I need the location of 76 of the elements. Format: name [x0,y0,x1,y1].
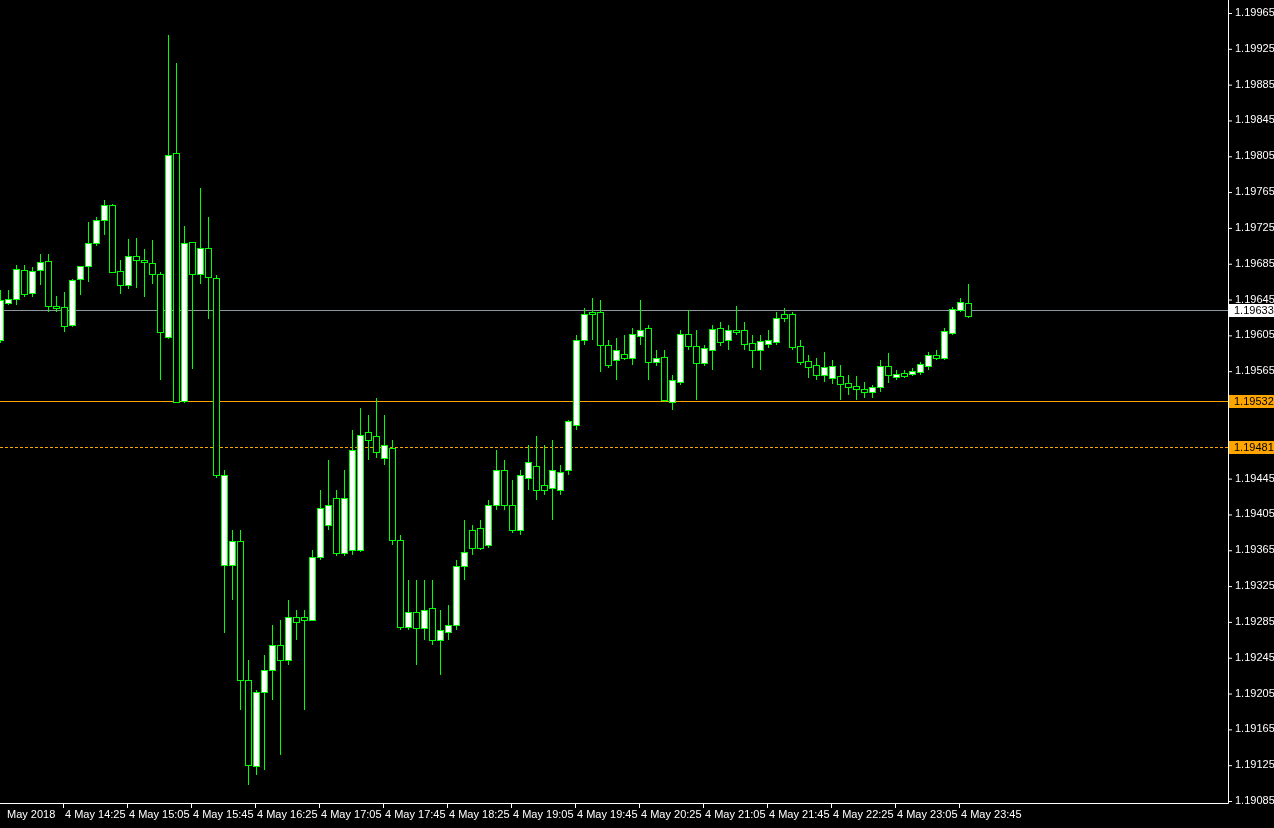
tick-mark [1227,263,1233,265]
price-label: 1.19845 [1235,113,1274,127]
tick-mark [767,802,768,809]
tick-mark [1227,84,1233,86]
tick-mark [1227,729,1233,731]
tick-mark [1227,48,1233,50]
tick-mark [1227,156,1233,158]
price-label: 1.19925 [1235,41,1274,55]
tick-mark [127,802,128,809]
tick-mark [1227,192,1233,194]
tick-mark [703,802,704,809]
time-label: 4 May 23:45 [961,808,1022,821]
tick-mark [895,802,896,809]
tick-mark [639,802,640,809]
time-label: 4 May 21:05 [705,808,766,821]
price-label: 1.19765 [1235,185,1274,199]
tick-mark [1227,693,1233,695]
tick-mark [1227,514,1233,516]
tick-mark [1227,299,1233,301]
tick-mark [1227,801,1233,802]
price-label: 1.19085 [1235,794,1274,807]
tick-mark [1227,335,1233,337]
tick-mark [447,802,448,809]
price-marker: 1.19481 [1229,440,1274,454]
tick-mark [959,802,960,809]
time-label: 4 May 16:25 [257,808,318,821]
price-label: 1.19645 [1235,292,1274,306]
tick-mark [63,802,64,809]
price-label: 1.19445 [1235,471,1274,485]
time-label: 4 May 22:25 [833,808,894,821]
time-label: 4 May 18:25 [449,808,510,821]
tick-mark [511,802,512,809]
price-label: 1.19805 [1235,149,1274,163]
time-label: 4 May 15:45 [193,808,254,821]
time-label: 4 May 14:25 [65,808,126,821]
price-label: 1.19725 [1235,220,1274,234]
tick-mark [1227,586,1233,588]
price-label: 1.19205 [1235,686,1274,700]
price-label: 1.19965 [1235,6,1274,19]
time-label: 4 May 20:25 [641,808,702,821]
tick-mark [1227,550,1233,552]
price-label: 1.19685 [1235,256,1274,270]
time-label: 4 May 19:05 [513,808,574,821]
time-label: May 2018 [7,808,56,821]
tick-mark [1227,227,1233,229]
tick-mark [191,802,192,809]
price-label: 1.19125 [1235,758,1274,772]
price-label: 1.19885 [1235,77,1274,91]
tick-mark [1227,120,1233,122]
time-label: 4 May 19:45 [577,808,638,821]
tick-mark [1227,765,1233,767]
time-label: 4 May 15:05 [129,808,190,821]
tick-mark [383,802,384,809]
tick-mark [831,802,832,809]
tick-mark [1227,13,1233,14]
tick-mark [575,802,576,809]
price-label: 1.19565 [1235,364,1274,378]
price-marker: 1.19633 [1229,303,1274,317]
tick-mark [1227,657,1233,659]
price-label: 1.19405 [1235,507,1274,521]
price-label: 1.19245 [1235,650,1274,664]
price-marker: 1.19532 [1229,394,1274,408]
price-label: 1.19285 [1235,614,1274,628]
price-label: 1.19605 [1235,328,1274,342]
tick-mark [1227,621,1233,623]
tick-mark [255,802,256,809]
price-label: 1.19325 [1235,579,1274,593]
time-label: 4 May 17:05 [321,808,382,821]
time-label: 4 May 23:05 [897,808,958,821]
tick-mark [1227,371,1233,373]
time-label: 4 May 17:45 [385,808,446,821]
tick-mark [1227,478,1233,480]
price-label: 1.19165 [1235,722,1274,736]
price-label: 1.19365 [1235,543,1274,557]
time-label: 4 May 21:45 [769,808,830,821]
tick-mark [319,802,320,809]
